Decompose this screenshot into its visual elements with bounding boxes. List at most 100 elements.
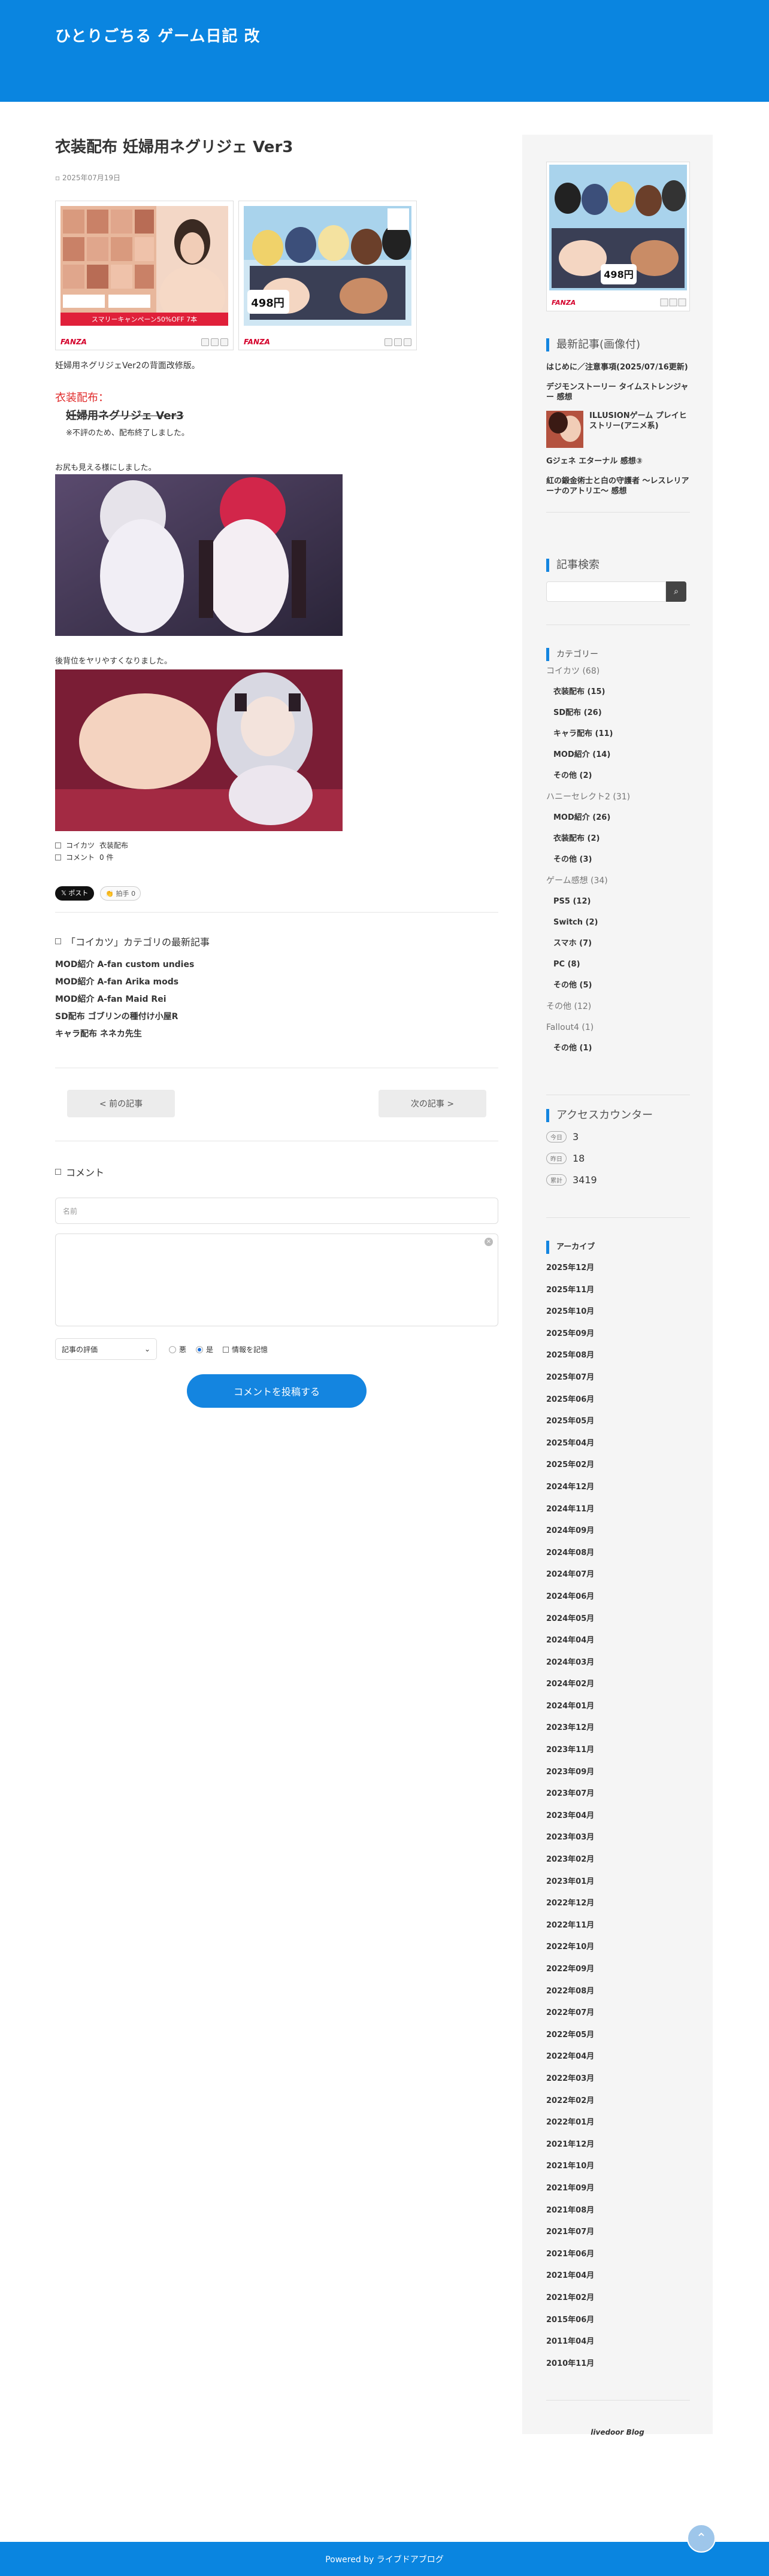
category-value[interactable]: 衣装配布 — [99, 840, 128, 850]
archive-item[interactable]: 2024年03月 — [546, 1656, 690, 1678]
ad-pause-button[interactable] — [211, 338, 219, 346]
ad-prev-button[interactable] — [384, 338, 392, 346]
site-title[interactable]: ひとりごちる ゲーム日記 改 — [55, 24, 261, 46]
archive-item[interactable]: 2021年12月 — [546, 2138, 690, 2160]
clap-button[interactable]: 👏 拍手 0 — [100, 886, 141, 901]
category-item[interactable]: その他 (3) — [546, 853, 690, 874]
archive-item[interactable]: 2025年11月 — [546, 1283, 690, 1305]
category-item[interactable]: 衣装配布 (2) — [546, 832, 690, 853]
category-item[interactable]: キャラ配布 (11) — [546, 728, 690, 748]
archive-item[interactable]: 2025年12月 — [546, 1261, 690, 1283]
archive-item[interactable]: 2022年10月 — [546, 1940, 690, 1962]
archive-item[interactable]: 2011年04月 — [546, 2335, 690, 2357]
recent-post-with-thumb[interactable]: ILLUSIONゲーム プレイヒストリー(アニメ系) — [546, 411, 690, 448]
ad-next-button[interactable] — [220, 338, 228, 346]
category-item[interactable]: 衣装配布 (15) — [546, 686, 690, 707]
related-item[interactable]: MOD紹介 A-fan Arika mods — [55, 975, 194, 993]
post-image-1[interactable] — [55, 474, 343, 636]
scroll-to-top-button[interactable]: ⌃ — [687, 2524, 716, 2553]
archive-item[interactable]: 2023年04月 — [546, 1809, 690, 1831]
category-item[interactable]: Fallout4 (1) — [546, 1021, 690, 1042]
post-image-2[interactable] — [55, 669, 343, 831]
archive-item[interactable]: 2021年07月 — [546, 2225, 690, 2247]
archive-item[interactable]: 2025年09月 — [546, 1327, 690, 1349]
category-item[interactable]: その他 (1) — [546, 1042, 690, 1063]
related-item[interactable]: MOD紹介 A-fan Maid Rei — [55, 993, 194, 1010]
ad-image-2[interactable]: 498円 — [244, 206, 411, 326]
archive-item[interactable]: 2024年09月 — [546, 1524, 690, 1546]
recent-post-item[interactable]: デジモンストーリー タイムストレンジャー 感想 — [546, 382, 690, 402]
archive-item[interactable]: 2021年08月 — [546, 2204, 690, 2226]
ad-banner-1[interactable]: スマリーキャンペーン50%OFF 7本 FANZA — [55, 201, 234, 350]
recent-post-item[interactable]: はじめに／注意事項(2025/07/16更新) — [546, 362, 690, 372]
category-item[interactable]: MOD紹介 (14) — [546, 748, 690, 769]
next-post-button[interactable]: 次の記事 > — [379, 1090, 486, 1117]
recent-post-thumbnail[interactable] — [546, 411, 583, 448]
archive-item[interactable]: 2023年07月 — [546, 1787, 690, 1809]
archive-item[interactable]: 2024年02月 — [546, 1677, 690, 1699]
archive-item[interactable]: 2022年04月 — [546, 2050, 690, 2072]
archive-item[interactable]: 2024年01月 — [546, 1699, 690, 1722]
distribution-item[interactable]: 妊婦用ネグリジェ Ver3 — [66, 407, 184, 423]
category-item[interactable]: コイカツ (68) — [546, 665, 690, 686]
search-input[interactable] — [546, 581, 666, 602]
related-item[interactable]: SD配布 ゴブリンの種付け小屋R — [55, 1010, 194, 1028]
ad-next-button[interactable] — [404, 338, 411, 346]
archive-item[interactable]: 2024年06月 — [546, 1590, 690, 1612]
archive-item[interactable]: 2025年02月 — [546, 1458, 690, 1480]
sidebar-ad[interactable]: 498円 FANZA — [546, 162, 690, 311]
archive-item[interactable]: 2025年10月 — [546, 1305, 690, 1327]
ad-banner-2[interactable]: 498円 FANZA — [238, 201, 417, 350]
category-item[interactable]: ハニーセレクト2 (31) — [546, 790, 690, 811]
archive-item[interactable]: 2021年09月 — [546, 2181, 690, 2204]
archive-item[interactable]: 2024年07月 — [546, 1568, 690, 1590]
category-item[interactable]: PS5 (12) — [546, 895, 690, 916]
archive-item[interactable]: 2022年09月 — [546, 1962, 690, 1984]
name-input[interactable]: 名前 — [55, 1198, 498, 1224]
archive-item[interactable]: 2025年08月 — [546, 1348, 690, 1371]
archive-item[interactable]: 2025年04月 — [546, 1437, 690, 1459]
archive-item[interactable]: 2023年02月 — [546, 1853, 690, 1875]
comment-textarea[interactable]: × — [55, 1234, 498, 1326]
footer-text[interactable]: Powered by ライブドアブログ — [325, 2553, 444, 2565]
archive-item[interactable]: 2022年05月 — [546, 2028, 690, 2050]
archive-item[interactable]: 2023年03月 — [546, 1831, 690, 1853]
comment-label[interactable]: コメント — [66, 852, 95, 862]
related-item[interactable]: キャラ配布 ネネカ先生 — [55, 1028, 194, 1045]
category-item[interactable]: その他 (5) — [546, 979, 690, 1000]
x-post-button[interactable]: 𝕏 ポスト — [55, 886, 95, 901]
livedoor-blog-logo[interactable]: livedoor Blog — [522, 2428, 713, 2436]
archive-item[interactable]: 2023年01月 — [546, 1875, 690, 1897]
category-item[interactable]: PC (8) — [546, 958, 690, 979]
archive-item[interactable]: 2024年11月 — [546, 1502, 690, 1525]
archive-item[interactable]: 2023年12月 — [546, 1721, 690, 1743]
related-item[interactable]: MOD紹介 A-fan custom undies — [55, 958, 194, 975]
archive-item[interactable]: 2023年09月 — [546, 1765, 690, 1787]
archive-item[interactable]: 2022年02月 — [546, 2094, 690, 2116]
remember-checkbox[interactable]: 情報を記憶 — [223, 1344, 268, 1354]
archive-item[interactable]: 2025年06月 — [546, 1393, 690, 1415]
category-item[interactable]: MOD紹介 (26) — [546, 811, 690, 832]
archive-item[interactable]: 2022年03月 — [546, 2072, 690, 2094]
radio-good[interactable]: 是 — [196, 1344, 213, 1354]
category-item[interactable]: Switch (2) — [546, 916, 690, 937]
archive-item[interactable]: 2021年06月 — [546, 2247, 690, 2269]
archive-item[interactable]: 2023年11月 — [546, 1743, 690, 1765]
archive-item[interactable]: 2024年08月 — [546, 1546, 690, 1568]
archive-item[interactable]: 2022年07月 — [546, 2006, 690, 2028]
category-item[interactable]: その他 (2) — [546, 769, 690, 790]
category-item[interactable]: ゲーム感想 (34) — [546, 874, 690, 895]
archive-item[interactable]: 2024年04月 — [546, 1634, 690, 1656]
recent-post-item[interactable]: 紅の鍛金術士と白の守護者 〜レスレリアーナのアトリエ〜 感想 — [546, 476, 690, 496]
search-button[interactable]: ⌕ — [666, 581, 686, 602]
archive-item[interactable]: 2021年04月 — [546, 2269, 690, 2291]
archive-item[interactable]: 2022年11月 — [546, 1919, 690, 1941]
comment-count[interactable]: 0 件 — [99, 852, 113, 862]
category-item[interactable]: スマホ (7) — [546, 937, 690, 958]
category-label[interactable]: コイカツ — [66, 840, 95, 850]
archive-item[interactable]: 2015年06月 — [546, 2313, 690, 2335]
rating-select[interactable]: 記事の評価 ⌄ — [55, 1338, 157, 1360]
archive-item[interactable]: 2025年05月 — [546, 1414, 690, 1437]
ad-image-1[interactable]: スマリーキャンペーン50%OFF 7本 — [60, 206, 228, 326]
ad-pause-button[interactable] — [394, 338, 402, 346]
